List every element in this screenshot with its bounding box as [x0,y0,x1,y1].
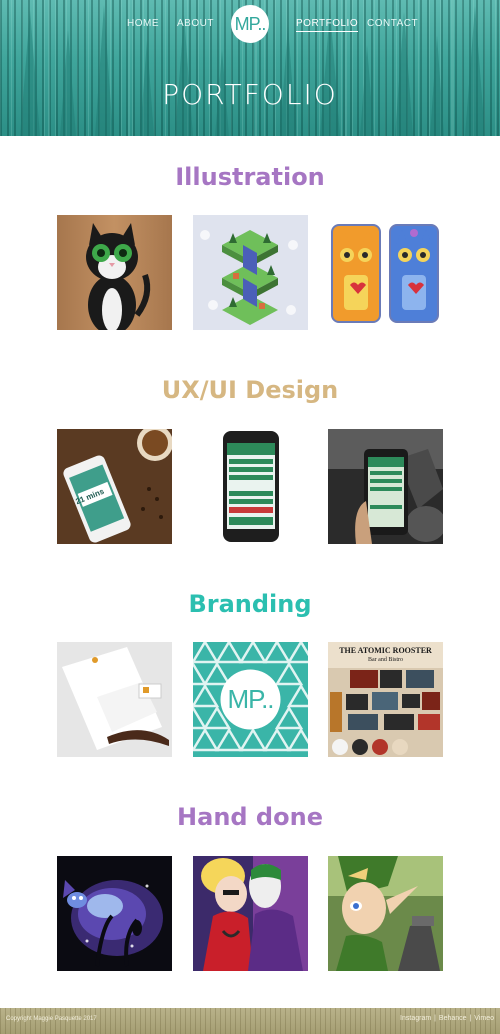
portfolio-thumb-android-app[interactable] [193,429,308,544]
section-title-ux-ui: UX/UI Design [161,376,339,404]
cat-phone-cases-image [328,215,443,330]
portfolio-thumb-phone-in-hand[interactable] [328,429,443,544]
phone-in-hand-image [328,429,443,544]
section-title-illustration: Illustration [175,163,325,191]
footer: Copyright Maggie Pasquette 2017 Instagra… [0,1008,500,1034]
joker-harley-image [193,856,308,971]
rooster-subtitle-text: Bar and Bistro [368,657,403,663]
portfolio-thumb-cat-painting[interactable] [57,215,172,330]
section-title-hand-done: Hand done [177,803,323,831]
phone-on-table-image [57,429,172,544]
footer-separator: | [469,1015,472,1022]
portfolio-thumb-cheshire-cat[interactable] [57,856,172,971]
logo-text: MP.. [234,13,267,34]
link-zelda-image [328,856,443,971]
section-title-branding: Branding [188,590,312,618]
portfolio-thumb-stationery[interactable] [57,642,172,757]
nav-home-link[interactable]: HOME [127,18,159,29]
site-logo[interactable]: MP.. [231,5,269,43]
brand-logo-text: MP.. [227,684,274,714]
hero-banner: HOME ABOUT MP.. PORTFOLIO CONTACT PORTFO… [0,0,500,136]
vimeo-link[interactable]: Vimeo [474,1015,494,1022]
stationery-image [57,642,172,757]
portfolio-thumb-atomic-rooster[interactable]: THE ATOMIC ROOSTER Bar and Bistro [328,642,443,757]
portfolio-thumb-isometric-map[interactable] [193,215,308,330]
footer-separator: | [434,1015,436,1022]
portfolio-thumb-phone-on-table[interactable]: 21 mins [57,429,172,544]
main-nav: HOME ABOUT MP.. PORTFOLIO CONTACT [0,0,500,50]
page-title: PORTFOLIO [162,78,338,111]
nav-portfolio-link[interactable]: PORTFOLIO [296,18,359,32]
nav-about-link[interactable]: ABOUT [177,18,214,29]
behance-link[interactable]: Behance [439,1015,467,1022]
isometric-map-image [193,215,308,330]
rooster-title-text: THE ATOMIC ROOSTER [339,646,432,655]
social-links: Instagram | Behance | Vimeo [400,1015,494,1022]
cat-painting-image [57,215,172,330]
nav-contact-link[interactable]: CONTACT [367,18,418,29]
portfolio-thumb-cat-phone-cases[interactable] [328,215,443,330]
instagram-link[interactable]: Instagram [400,1015,431,1022]
portfolio-thumb-joker-harley[interactable] [193,856,308,971]
android-app-image [193,429,308,544]
portfolio-thumb-mp-logo-pattern[interactable]: MP.. [193,642,308,757]
cheshire-cat-image [57,856,172,971]
copyright-text: Copyright Maggie Pasquette 2017 [6,1016,97,1022]
portfolio-thumb-link-zelda[interactable] [328,856,443,971]
